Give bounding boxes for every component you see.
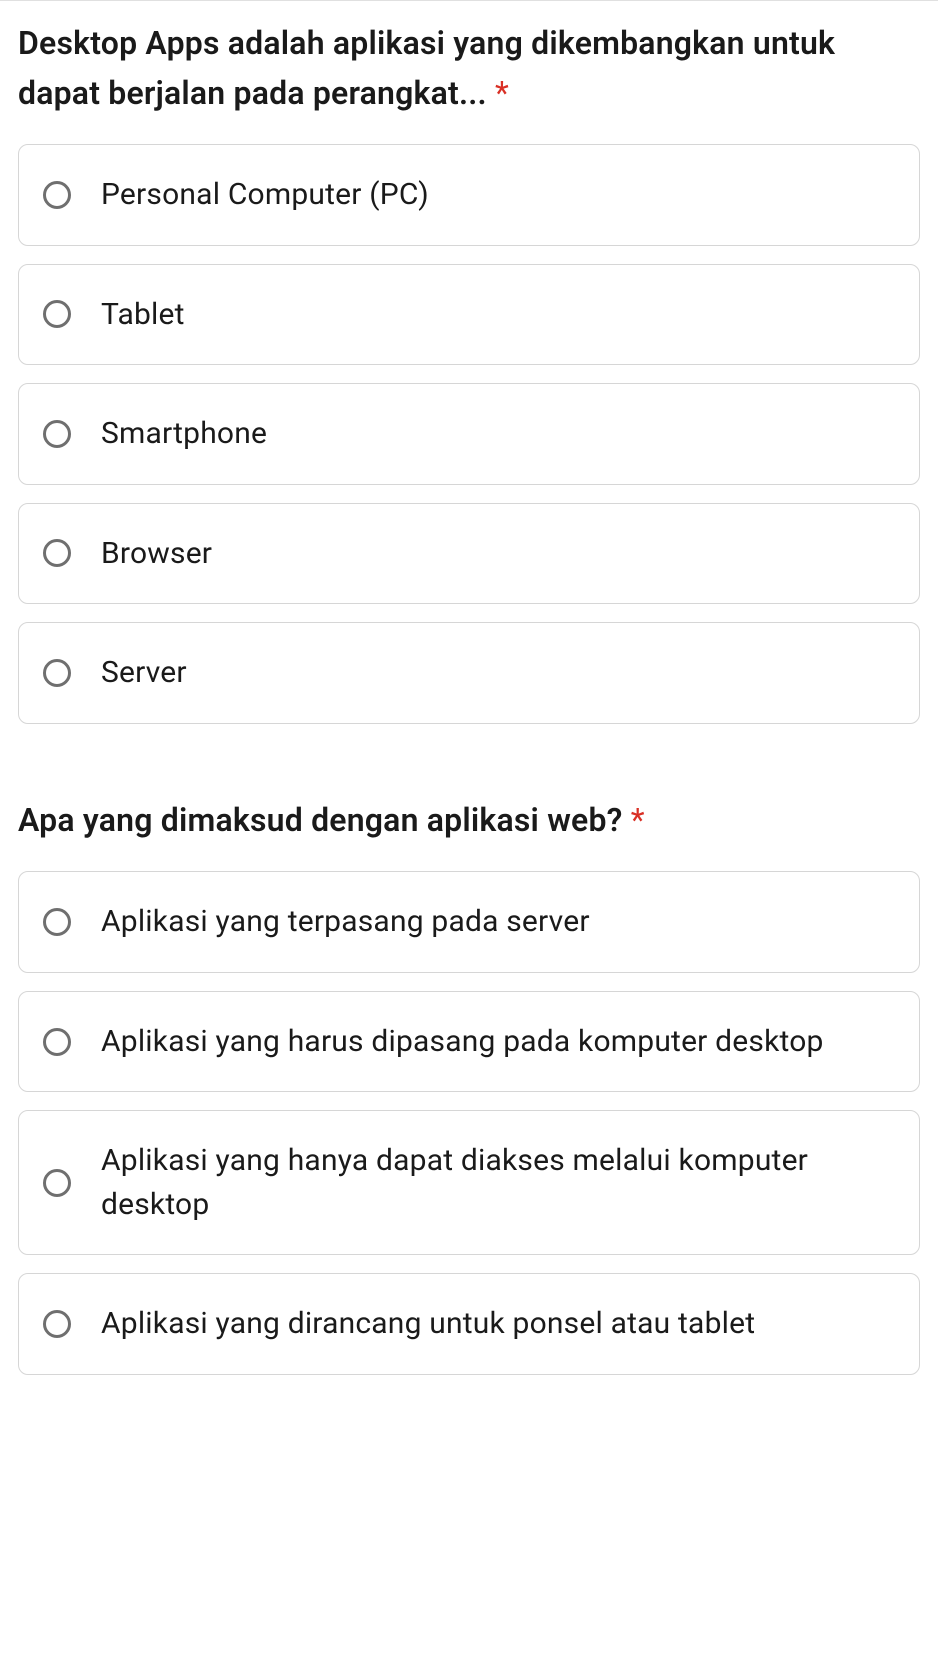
required-mark-icon: * <box>631 801 645 839</box>
radio-option-q1-3[interactable]: Smartphone <box>18 383 920 485</box>
question-text-1: Desktop Apps adalah aplikasi yang dikemb… <box>18 24 835 112</box>
question-block-2: Apa yang dimaksud dengan aplikasi web? *… <box>18 796 920 1375</box>
option-label: Personal Computer (PC) <box>101 173 429 217</box>
radio-option-q2-4[interactable]: Aplikasi yang dirancang untuk ponsel ata… <box>18 1273 920 1375</box>
radio-circle-icon <box>43 1028 71 1056</box>
radio-option-q1-4[interactable]: Browser <box>18 503 920 605</box>
question-title-1: Desktop Apps adalah aplikasi yang dikemb… <box>18 19 920 118</box>
radio-circle-icon <box>43 1310 71 1338</box>
radio-option-q1-2[interactable]: Tablet <box>18 264 920 366</box>
option-label: Smartphone <box>101 412 267 456</box>
radio-circle-icon <box>43 300 71 328</box>
option-label: Browser <box>101 532 212 576</box>
radio-circle-icon <box>43 1169 71 1197</box>
option-label: Aplikasi yang terpasang pada server <box>101 900 590 944</box>
question-text-2: Apa yang dimaksud dengan aplikasi web? <box>18 801 623 839</box>
option-label: Aplikasi yang dirancang untuk ponsel ata… <box>101 1302 755 1346</box>
radio-option-q2-3[interactable]: Aplikasi yang hanya dapat diakses melalu… <box>18 1110 920 1255</box>
option-label: Server <box>101 651 187 695</box>
option-label: Aplikasi yang harus dipasang pada komput… <box>101 1020 824 1064</box>
radio-circle-icon <box>43 908 71 936</box>
radio-option-q2-2[interactable]: Aplikasi yang harus dipasang pada komput… <box>18 991 920 1093</box>
option-label: Aplikasi yang hanya dapat diakses melalu… <box>101 1139 895 1226</box>
question-title-2: Apa yang dimaksud dengan aplikasi web? * <box>18 796 920 846</box>
radio-circle-icon <box>43 659 71 687</box>
radio-option-q2-1[interactable]: Aplikasi yang terpasang pada server <box>18 871 920 973</box>
question-block-1: Desktop Apps adalah aplikasi yang dikemb… <box>18 19 920 724</box>
radio-option-q1-1[interactable]: Personal Computer (PC) <box>18 144 920 246</box>
form-container: Desktop Apps adalah aplikasi yang dikemb… <box>0 0 938 1375</box>
radio-circle-icon <box>43 539 71 567</box>
required-mark-icon: * <box>495 74 509 112</box>
option-label: Tablet <box>101 293 185 337</box>
radio-circle-icon <box>43 420 71 448</box>
radio-option-q1-5[interactable]: Server <box>18 622 920 724</box>
radio-circle-icon <box>43 181 71 209</box>
